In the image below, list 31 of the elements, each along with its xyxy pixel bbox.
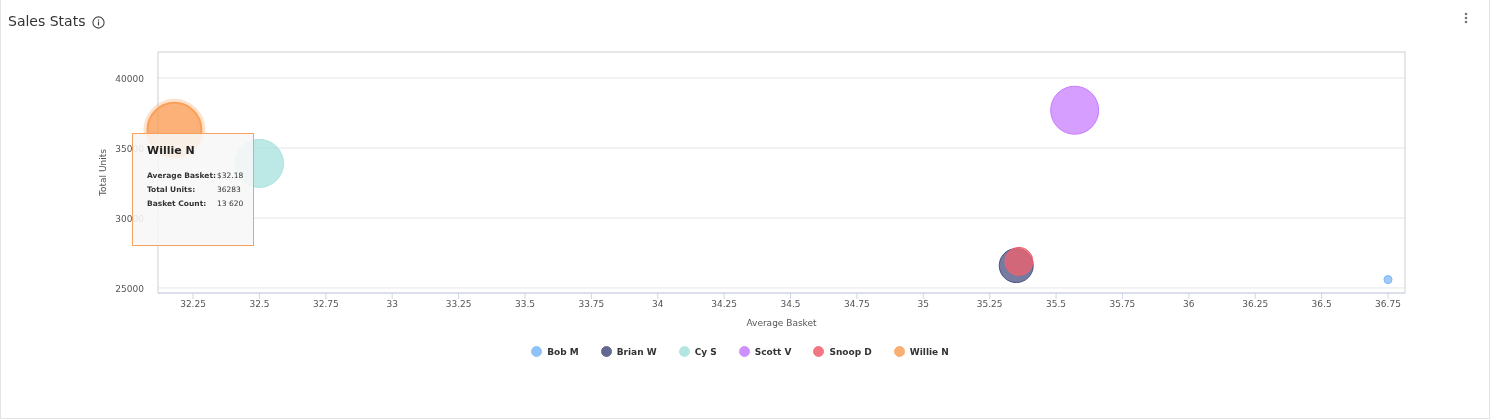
axis-title: Average Basket (746, 318, 817, 328)
axis-tick-label: 32.5 (249, 299, 270, 309)
legend-label: Willie N (909, 346, 949, 357)
legend-label: Bob M (547, 346, 579, 357)
card-title: Sales Stats (8, 13, 86, 29)
legend-label: Cy S (694, 346, 717, 357)
axis-tick-label: 36.25 (1242, 299, 1269, 309)
tooltip-title: Willie N (147, 144, 196, 157)
axis-tick-label: 36 (1183, 299, 1195, 309)
legend-label: Brian W (616, 346, 657, 357)
axis-tick-label: 33 (386, 299, 398, 309)
axis-tick-label: 40000 (115, 74, 144, 85)
axis-tick-label: 36.5 (1311, 299, 1332, 309)
axis-tick-label: 33.25 (445, 299, 472, 309)
axis-tick-label: 32.75 (312, 299, 339, 309)
axis-tick-label: 35.75 (1109, 299, 1136, 309)
legend-label: Snoop D (829, 346, 872, 357)
axis-tick-label: 32.25 (180, 299, 206, 309)
axis-tick-label: 34 (652, 299, 664, 309)
axis-tick-label: 33.5 (514, 299, 535, 309)
axis-title: Total Units (98, 149, 108, 196)
axis-tick-label: 34.75 (844, 299, 870, 309)
axis-tick-label: 35 (917, 299, 930, 309)
legend-label: Scott V (754, 346, 792, 357)
axis-tick-label: 25000 (115, 283, 144, 294)
axis-tick-label: 34.5 (780, 299, 801, 309)
axis-tick-label: 35.5 (1046, 299, 1067, 309)
axis-tick-label: 33.75 (578, 299, 605, 309)
axis-tick-label: 34.25 (711, 299, 738, 309)
axis-tick-label: 35.25 (976, 299, 1003, 309)
axis-tick-label: 36.75 (1375, 299, 1401, 309)
